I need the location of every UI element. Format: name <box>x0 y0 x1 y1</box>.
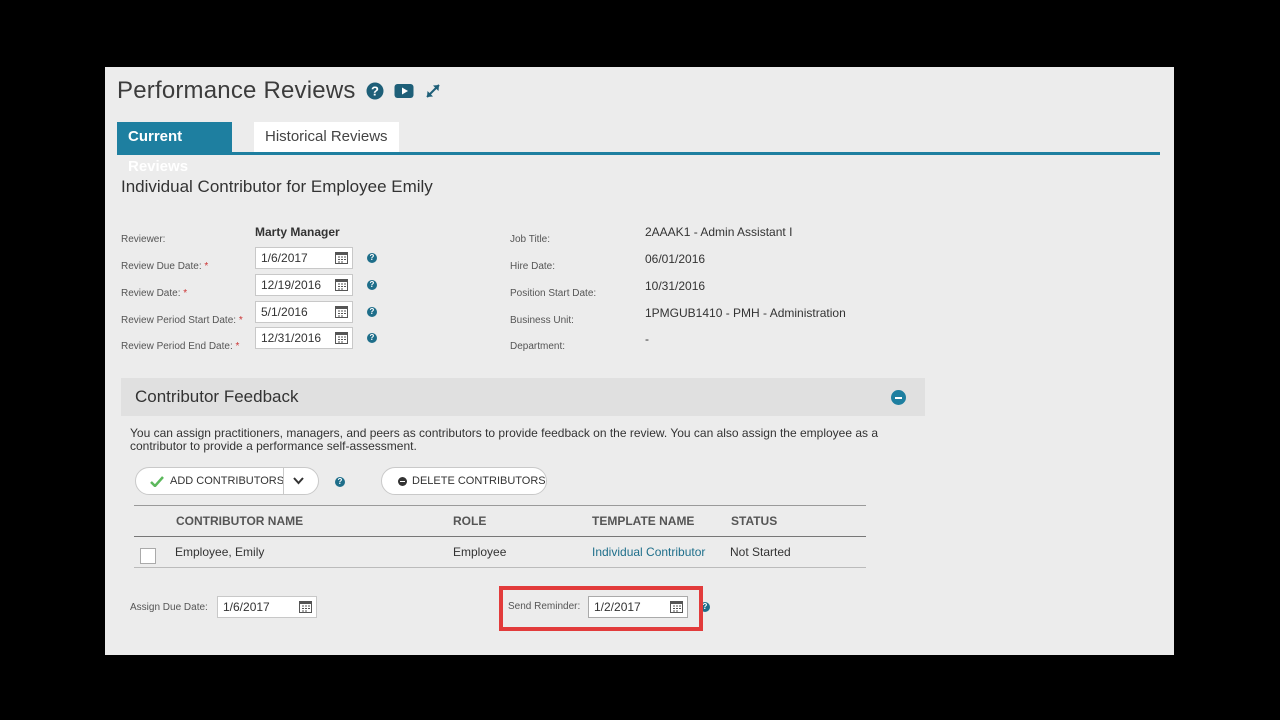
review-due-date-label: Review Due Date: * <box>121 261 209 272</box>
expand-icon[interactable] <box>424 82 442 100</box>
table-divider <box>134 505 866 506</box>
minus-circle-icon <box>398 477 407 486</box>
department-value: - <box>645 332 649 346</box>
reviewer-label: Reviewer: <box>121 234 166 245</box>
video-icon[interactable] <box>394 83 414 99</box>
review-title: Individual Contributor for Employee Emil… <box>121 177 433 196</box>
review-date-label: Review Date: * <box>121 288 188 299</box>
row-checkbox[interactable] <box>140 548 156 564</box>
delete-contributors-button[interactable]: DELETE CONTRIBUTORS <box>381 467 547 495</box>
delete-contributors-label: DELETE CONTRIBUTORS <box>412 475 546 487</box>
review-due-date-input[interactable]: 1/6/2017 <box>255 247 353 269</box>
department-label: Department: <box>510 341 566 352</box>
calendar-icon[interactable] <box>335 278 348 291</box>
calendar-icon[interactable] <box>299 600 312 613</box>
position-start-value: 10/31/2016 <box>645 279 706 293</box>
column-header-template: TEMPLATE NAME <box>592 514 695 528</box>
table-divider <box>134 567 866 568</box>
job-title-value: 2AAAK1 - Admin Assistant I <box>645 225 793 239</box>
template-link[interactable]: Individual Contributor <box>592 545 705 559</box>
help-icon[interactable]: ? <box>367 333 377 343</box>
review-date-value: 12/19/2016 <box>261 278 322 292</box>
contributor-name: Employee, Emily <box>175 545 265 559</box>
contributor-description: You can assign practitioners, managers, … <box>130 426 879 453</box>
add-contributors-button[interactable]: ADD CONTRIBUTORS <box>135 467 319 495</box>
period-end-label: Review Period End Date: * <box>121 341 240 352</box>
svg-text:?: ? <box>371 84 379 99</box>
assign-due-date-label: Assign Due Date: <box>130 602 208 613</box>
column-header-role: ROLE <box>453 514 487 528</box>
calendar-icon[interactable] <box>335 251 348 264</box>
contributor-role: Employee <box>453 545 507 559</box>
tab-bar: Current Reviews Historical Reviews <box>117 122 1160 175</box>
job-title-label: Job Title: <box>510 234 551 245</box>
period-start-label: Review Period Start Date: * <box>121 315 243 326</box>
period-start-value: 5/1/2016 <box>261 305 308 319</box>
tab-historical-reviews[interactable]: Historical Reviews <box>254 122 399 152</box>
reviewer-value: Marty Manager <box>255 225 340 239</box>
assign-due-date-value: 1/6/2017 <box>223 600 270 614</box>
highlight-box <box>499 586 703 631</box>
period-start-input[interactable]: 5/1/2016 <box>255 301 353 323</box>
help-icon[interactable]: ? <box>366 82 384 100</box>
business-unit-label: Business Unit: <box>510 315 574 326</box>
help-icon[interactable]: ? <box>335 477 345 487</box>
button-divider <box>283 468 284 494</box>
assign-due-date-input[interactable]: 1/6/2017 <box>217 596 317 618</box>
period-end-value: 12/31/2016 <box>261 331 322 345</box>
checkmark-icon <box>150 476 164 487</box>
review-due-date-value: 1/6/2017 <box>261 251 308 265</box>
hire-date-value: 06/01/2016 <box>645 252 706 266</box>
add-contributors-label: ADD CONTRIBUTORS <box>170 475 285 487</box>
period-end-input[interactable]: 12/31/2016 <box>255 327 353 349</box>
hire-date-label: Hire Date: <box>510 261 556 272</box>
column-header-name: CONTRIBUTOR NAME <box>176 514 304 528</box>
help-icon[interactable]: ? <box>367 280 377 290</box>
contributor-status: Not Started <box>730 545 791 559</box>
contributor-feedback-header: Contributor Feedback <box>121 378 925 416</box>
tab-current-reviews[interactable]: Current Reviews <box>117 122 232 175</box>
help-icon[interactable]: ? <box>367 253 377 263</box>
title-row: Performance Reviews ? <box>117 77 442 105</box>
collapse-icon[interactable] <box>891 390 906 405</box>
page-title: Performance Reviews <box>117 77 356 104</box>
review-date-input[interactable]: 12/19/2016 <box>255 274 353 296</box>
performance-reviews-window: Performance Reviews ? Current Reviews Hi… <box>105 67 1174 655</box>
table-divider <box>134 536 866 537</box>
contributor-feedback-title: Contributor Feedback <box>135 387 299 406</box>
chevron-down-icon[interactable] <box>293 477 304 485</box>
position-start-label: Position Start Date: <box>510 288 597 299</box>
business-unit-value: 1PMGUB1410 - PMH - Administration <box>645 306 846 320</box>
help-icon[interactable]: ? <box>367 307 377 317</box>
column-header-status: STATUS <box>731 514 778 528</box>
calendar-icon[interactable] <box>335 305 348 318</box>
calendar-icon[interactable] <box>335 331 348 344</box>
